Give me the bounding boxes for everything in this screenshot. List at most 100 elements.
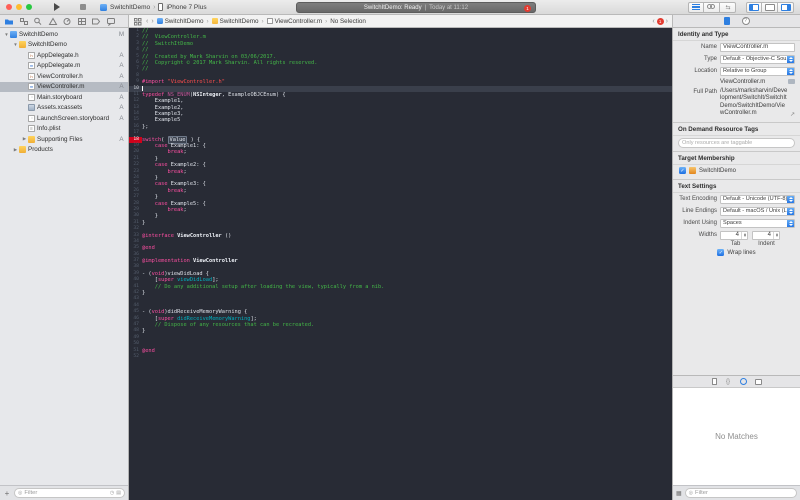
- related-items-icon[interactable]: [133, 17, 143, 26]
- code-snippet-library-icon[interactable]: {}: [725, 378, 732, 385]
- text-cursor: [142, 85, 143, 92]
- toggle-debug-area-button[interactable]: [762, 1, 778, 13]
- add-file-button[interactable]: +: [3, 489, 11, 498]
- code-line-52[interactable]: 52: [129, 354, 672, 360]
- location-file-name: ViewController.m: [720, 78, 766, 85]
- assistant-editor-button[interactable]: [704, 1, 720, 13]
- toggle-navigator-button[interactable]: [746, 1, 762, 13]
- file-template-library-icon[interactable]: [711, 378, 717, 385]
- activity-viewer: SwitchItDemo: Ready | Today at 11:12 1: [296, 2, 536, 13]
- breadcrumb-file-icon: [211, 18, 218, 24]
- test-navigator-icon[interactable]: [62, 17, 72, 26]
- indent-using-popup[interactable]: Spaces: [720, 218, 795, 228]
- error-count-badge[interactable]: 1: [524, 5, 531, 12]
- symbol-navigator-icon[interactable]: [19, 17, 29, 26]
- disclosure-triangle-icon[interactable]: ▶: [21, 136, 28, 142]
- activity-status: SwitchItDemo: Ready: [363, 4, 422, 11]
- stepper-arrows-icon[interactable]: [773, 231, 779, 239]
- indent-width-stepper[interactable]: 4: [752, 230, 780, 240]
- file-tree-item-launchscreen-storyboard[interactable]: LaunchScreen.storyboard A: [0, 113, 128, 124]
- report-navigator-icon[interactable]: [106, 17, 116, 26]
- source-control-status: A: [119, 135, 124, 143]
- identity-section-header: Identity and Type: [673, 28, 800, 41]
- breakpoint-navigator-icon[interactable]: [91, 17, 101, 26]
- issue-count-badge[interactable]: 1: [656, 17, 664, 25]
- wrap-lines-checkbox[interactable]: ✓: [717, 249, 725, 256]
- go-back-button[interactable]: ‹: [146, 18, 148, 25]
- file-tree-item-assets-xcassets[interactable]: Assets.xcassets A: [0, 103, 128, 114]
- unsaved-files-icon[interactable]: ▤: [116, 490, 121, 496]
- file-tree-item-switchitdemo[interactable]: ▼ SwitchItDemo: [0, 40, 128, 51]
- breadcrumb-separator: ›: [325, 17, 328, 25]
- project-navigator-icon[interactable]: [4, 17, 14, 26]
- file-tree-item-main-storyboard[interactable]: Main.storyboard A: [0, 92, 128, 103]
- breadcrumb-item[interactable]: ViewController.m: [266, 18, 322, 25]
- navigator-filter-field[interactable]: ◎ Filter ◷ ▤: [14, 488, 125, 498]
- minimize-window-button[interactable]: [16, 4, 22, 10]
- debug-panel-icon: [764, 3, 775, 11]
- text-encoding-popup[interactable]: Default - Unicode (UTF-8): [720, 194, 795, 204]
- location-popup[interactable]: Relative to Group: [720, 66, 795, 76]
- find-navigator-icon[interactable]: [33, 17, 43, 26]
- library-grid-view-icon[interactable]: ▦: [676, 490, 682, 497]
- type-popup[interactable]: Default - Objective-C Sou...: [720, 54, 795, 64]
- file-tree-item-appdelegate-h[interactable]: AppDelegate.hA: [0, 50, 128, 61]
- file-inspector-tab-icon[interactable]: [723, 17, 730, 25]
- odr-tags-field[interactable]: Only resources are taggable: [678, 138, 795, 148]
- file-tree-item-supporting-files[interactable]: ▶ Supporting Files A: [0, 134, 128, 145]
- go-forward-button[interactable]: ›: [151, 18, 153, 25]
- scheme-selector[interactable]: SwitchItDemo › iPhone 7 Plus: [100, 3, 207, 11]
- line-number[interactable]: 52: [129, 354, 142, 360]
- disclosure-triangle-icon[interactable]: ▼: [3, 32, 10, 37]
- file-tree-item-products[interactable]: ▶ Products: [0, 145, 128, 156]
- file-tree: ▼SwitchItDemoM▼SwitchItDemoAppDelegate.h…: [0, 28, 128, 155]
- run-button[interactable]: [48, 2, 66, 13]
- file-tree-item-viewcontroller-h[interactable]: ViewController.hA: [0, 71, 128, 82]
- popup-arrows-icon: [787, 207, 794, 215]
- text-encoding-label: Text Encoding: [679, 196, 717, 202]
- disclosure-triangle-icon[interactable]: ▶: [12, 147, 19, 153]
- object-library-icon[interactable]: [739, 378, 747, 385]
- name-field[interactable]: ViewController.m: [720, 42, 795, 52]
- breadcrumb-item[interactable]: SwitchItDemo: [211, 18, 258, 25]
- file-tree-item-appdelegate-m[interactable]: AppDelegate.mA: [0, 61, 128, 72]
- library-tab-bar: {}: [673, 376, 800, 388]
- stop-button[interactable]: [74, 2, 92, 13]
- line-endings-popup[interactable]: Default - macOS / Unix (LF): [720, 206, 795, 216]
- issue-navigator-icon[interactable]: [48, 17, 58, 26]
- toggle-inspector-button[interactable]: [778, 1, 794, 13]
- quick-help-tab-icon[interactable]: ?: [741, 17, 750, 25]
- text-settings-header: Text Settings: [673, 179, 800, 193]
- media-library-icon[interactable]: [754, 378, 762, 385]
- close-window-button[interactable]: [6, 4, 12, 10]
- library-filter-bar: ▦ ◎ Filter: [673, 485, 800, 500]
- disclosure-triangle-icon[interactable]: ▼: [12, 42, 19, 47]
- source-editor[interactable]: 1//2// ViewController.m 3// SwitchItDemo 4…: [129, 28, 672, 500]
- version-editor-button[interactable]: ⇆: [720, 1, 736, 13]
- navigator-selector-bar: [0, 15, 129, 27]
- plist-icon: [28, 125, 35, 133]
- widths-label: Widths: [698, 232, 717, 238]
- stepper-arrows-icon[interactable]: [741, 231, 747, 239]
- breadcrumb-separator: ›: [261, 17, 264, 25]
- breadcrumb-item[interactable]: No Selection: [330, 18, 366, 25]
- file-tree-item-viewcontroller-m[interactable]: ViewController.mA: [0, 81, 128, 92]
- file-tree-item-info-plist[interactable]: Info.plist: [0, 124, 128, 135]
- recent-files-icon[interactable]: ◷: [110, 490, 114, 496]
- file-h-icon: [28, 51, 35, 59]
- reveal-in-finder-icon[interactable]: ↗: [790, 111, 795, 118]
- source-control-status: A: [119, 114, 124, 122]
- next-issue-button[interactable]: ›: [666, 18, 668, 25]
- breadcrumb-item[interactable]: SwitchItDemo: [156, 18, 204, 25]
- standard-editor-button[interactable]: [688, 1, 704, 13]
- tab-width-stepper[interactable]: 4: [720, 230, 748, 240]
- zoom-window-button[interactable]: [26, 4, 32, 10]
- file-tree-item-switchitdemo[interactable]: ▼ SwitchItDemo M: [0, 29, 128, 40]
- previous-issue-button[interactable]: ‹: [652, 18, 654, 25]
- debug-navigator-icon[interactable]: [77, 17, 87, 26]
- target-checkbox[interactable]: ✓: [679, 167, 686, 174]
- choose-location-folder-icon[interactable]: [788, 79, 795, 84]
- library-filter-field[interactable]: ◎ Filter: [684, 488, 797, 498]
- odr-section-header: On Demand Resource Tags: [673, 122, 800, 136]
- popup-arrows-icon: [787, 67, 794, 75]
